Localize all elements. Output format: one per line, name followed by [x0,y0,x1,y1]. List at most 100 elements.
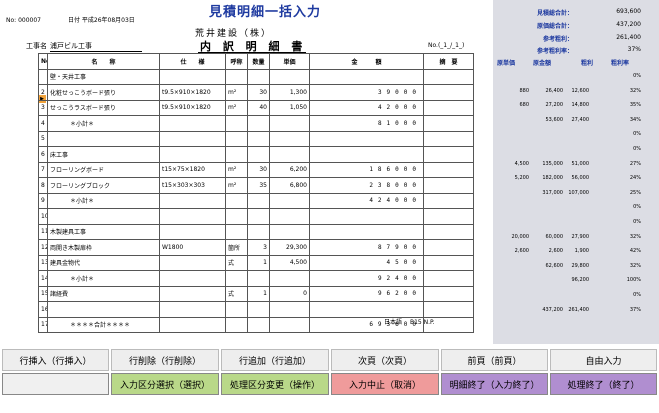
qty-cell[interactable] [247,223,270,240]
qty-cell[interactable]: 3 [247,239,270,256]
qty-cell[interactable]: 30 [247,161,270,178]
row-no-cell[interactable]: 11 [38,223,48,240]
spec-cell[interactable] [159,301,226,318]
name-cell[interactable]: 両開き木製扉枠 [47,239,160,256]
spec-cell[interactable] [159,223,226,240]
price-cell[interactable] [269,223,310,240]
remarks-cell[interactable] [423,68,474,85]
price-cell[interactable] [269,146,310,163]
row-no-cell[interactable] [38,68,48,85]
name-cell[interactable]: ＊小計＊ [47,270,160,287]
qty-cell[interactable]: 30 [247,84,270,101]
name-cell[interactable]: 木製建具工事 [47,223,160,240]
remarks-cell[interactable] [423,115,474,132]
spec-cell[interactable]: t9.5×910×1820 [159,84,226,101]
remarks-cell[interactable] [423,223,474,240]
name-cell[interactable]: フローリングボード [47,161,160,178]
free-input-button[interactable]: 自由入力 [550,349,657,371]
price-cell[interactable] [269,115,310,132]
price-cell[interactable]: 6,200 [269,161,310,178]
amount-cell[interactable] [309,208,424,225]
qty-cell[interactable]: 1 [247,285,270,302]
row-no-cell[interactable]: 7 [38,161,48,178]
name-cell[interactable]: 床工事 [47,146,160,163]
amount-cell[interactable]: 92400 [309,270,424,287]
qty-cell[interactable] [247,68,270,85]
row-no-cell[interactable]: 2 [38,84,48,101]
amount-cell[interactable] [309,146,424,163]
amount-cell[interactable] [309,301,424,318]
table-row[interactable]: 5 [38,130,474,147]
unit-cell[interactable] [225,208,248,225]
amount-cell[interactable]: 186000 [309,161,424,178]
amount-cell[interactable]: 4500 [309,254,424,271]
spec-cell[interactable] [159,68,226,85]
process-end-button[interactable]: 処理終了（終了） [550,373,657,395]
name-cell[interactable] [47,208,160,225]
row-no-cell[interactable]: 8 [38,177,48,194]
unit-cell[interactable] [225,301,248,318]
amount-cell[interactable]: 42000 [309,99,424,116]
qty-cell[interactable]: 1 [247,254,270,271]
row-no-cell[interactable]: 13 [38,254,48,271]
remarks-cell[interactable] [423,192,474,209]
name-cell[interactable]: ＊小計＊ [47,115,160,132]
row-no-cell[interactable]: 6 [38,146,48,163]
table-row[interactable]: 15諸経費 式1096200 [38,285,474,302]
price-cell[interactable]: 0 [269,285,310,302]
price-cell[interactable] [269,208,310,225]
price-cell[interactable] [269,301,310,318]
table-row[interactable]: 6 床工事 [38,146,474,163]
table-row[interactable]: 11木製建具工事 [38,223,474,240]
blank-button[interactable] [2,373,109,395]
row-no-cell[interactable]: 14 [38,270,48,287]
name-cell[interactable] [47,301,160,318]
unit-cell[interactable]: 式 [225,254,248,271]
unit-cell[interactable]: m² [225,99,248,116]
qty-cell[interactable] [247,115,270,132]
qty-cell[interactable]: 35 [247,177,270,194]
amount-cell[interactable]: 238000 [309,177,424,194]
remarks-cell[interactable] [423,208,474,225]
name-cell[interactable]: ＊＊＊＊合計＊＊＊＊ [47,316,160,333]
price-cell[interactable]: 4,500 [269,254,310,271]
table-row[interactable]: 壁・天井工事 [38,68,474,85]
price-cell[interactable]: 6,800 [269,177,310,194]
spec-cell[interactable] [159,254,226,271]
amount-cell[interactable]: 424000 [309,192,424,209]
unit-cell[interactable]: m² [225,177,248,194]
remarks-cell[interactable] [423,177,474,194]
unit-cell[interactable]: m² [225,84,248,101]
qty-cell[interactable] [247,192,270,209]
spec-cell[interactable] [159,130,226,147]
qty-cell[interactable] [247,146,270,163]
spec-cell[interactable] [159,285,226,302]
amount-cell[interactable]: 693600 [309,316,424,333]
amount-cell[interactable] [309,68,424,85]
spec-cell[interactable]: t15×303×303 [159,177,226,194]
next-page-button[interactable]: 次頁（次頁） [331,349,439,371]
table-row[interactable]: 12両開き木製扉枠W1800箇所329,30087900 [38,239,474,256]
name-cell[interactable]: せっこうラスボード張り [47,99,160,116]
price-cell[interactable] [269,68,310,85]
table-row[interactable]: 2 化粧せっこうボード張り t9.5×910×1820 m² 30 1,300 39000 [38,84,474,101]
unit-cell[interactable] [225,146,248,163]
remarks-cell[interactable] [423,239,474,256]
row-no-cell[interactable]: 4 [38,115,48,132]
name-cell[interactable]: 壁・天井工事 [47,68,160,85]
price-cell[interactable] [269,192,310,209]
price-cell[interactable] [269,316,310,333]
amount-cell[interactable]: 39000 [309,84,424,101]
row-no-cell[interactable]: 12 [38,239,48,256]
spec-cell[interactable] [159,115,226,132]
remarks-cell[interactable] [423,254,474,271]
cancel-input-button[interactable]: 入力中止（取消） [331,373,439,395]
table-row[interactable]: 16 [38,301,474,318]
table-row[interactable]: 7 フローリングボード t15×75×1820 m² 30 6,200 186000 [38,161,474,178]
qty-cell[interactable] [247,130,270,147]
spec-cell[interactable] [159,316,226,333]
prev-page-button[interactable]: 前頁（前頁） [441,349,548,371]
qty-cell[interactable]: 40 [247,99,270,116]
row-no-cell[interactable]: 17 [38,316,48,333]
qty-cell[interactable] [247,270,270,287]
